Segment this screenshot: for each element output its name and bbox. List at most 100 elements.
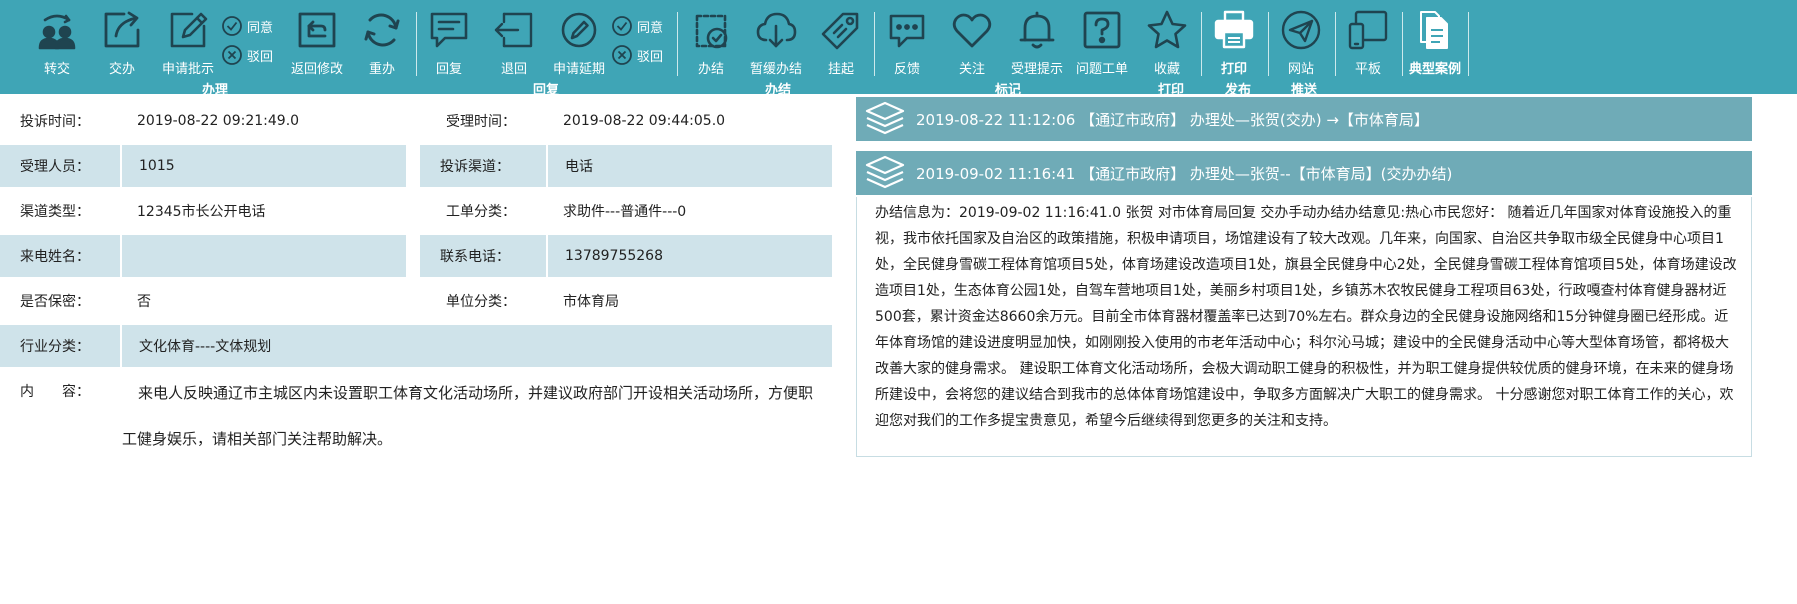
industry-value: 文化体育----文体规划 — [122, 325, 832, 367]
content-label: 内 容： — [20, 384, 90, 400]
check-circle-icon — [612, 16, 632, 36]
layers-stack-icon — [865, 101, 905, 135]
close-circle-icon — [222, 45, 242, 65]
favorite-label: 收藏 — [1153, 62, 1180, 77]
bell-icon — [1019, 11, 1055, 49]
follow-label: 关注 — [958, 62, 985, 77]
favorite-button[interactable]: 收藏 — [1131, 8, 1203, 80]
transfer-button[interactable]: 转交 — [21, 8, 93, 80]
caller-name-value — [122, 235, 406, 277]
print-button[interactable]: 打印 — [1198, 8, 1270, 80]
reply-button[interactable]: 回复 — [413, 8, 485, 80]
content-text: 来电人反映通辽市主城区内未设置职工体育文化活动场所，并建议政府部门开设相关活动场… — [122, 384, 814, 448]
order-category-label: 工单分类： — [446, 204, 516, 220]
finish-label: 办结 — [697, 62, 724, 77]
suspend-label: 挂起 — [827, 62, 854, 77]
approve-label: 同意 — [247, 20, 274, 36]
complaint-time-label: 投诉时间： — [20, 114, 90, 130]
channel-value: 电话 — [548, 145, 832, 187]
channel-type-label: 渠道类型： — [20, 204, 90, 220]
cloud-download-icon — [756, 12, 797, 48]
feedback-chat-icon — [889, 14, 925, 48]
heart-icon — [952, 13, 992, 48]
flow-detail-text: 办结信息为：2019-09-02 11:16:41.0 张贺 对市体育局回复 交… — [856, 197, 1752, 457]
approve-button-2[interactable]: 同意 — [611, 15, 663, 37]
problem-order-button[interactable]: 问题工单 — [1066, 8, 1138, 80]
edit-pencil-icon — [170, 12, 208, 48]
tablet-label: 平板 — [1354, 62, 1381, 77]
confidential-value: 否 — [137, 294, 151, 310]
extension-edit-icon — [561, 12, 597, 48]
reply-label: 回复 — [435, 62, 462, 77]
group-label-publish: 发布 — [1224, 83, 1252, 98]
paper-plane-icon — [1281, 10, 1321, 50]
group-label-finish: 办结 — [764, 83, 792, 98]
tablet-button[interactable]: 平板 — [1332, 8, 1404, 80]
flow-entry-header[interactable]: 2019-08-22 11:12:06 【通辽市政府】 办理处—张贺(交办) →… — [856, 97, 1752, 141]
group-label-reply: 回复 — [532, 83, 560, 98]
group-label-mark: 标记 — [994, 83, 1022, 98]
typical-case-label: 典型案例 — [1408, 62, 1461, 77]
accept-time-value: 2019-08-22 09:44:05.0 — [563, 113, 726, 129]
tag-icon — [821, 12, 859, 50]
layers-stack-icon — [865, 155, 905, 189]
reject-button[interactable]: 驳回 — [221, 44, 273, 66]
typical-case-button[interactable]: 典型案例 — [1399, 8, 1471, 80]
send-back-icon — [494, 12, 533, 48]
redo-button[interactable]: 重办 — [346, 8, 418, 80]
tablet-phone-icon — [1348, 10, 1388, 50]
extension-button[interactable]: 申请延期 — [543, 8, 615, 80]
channel-label: 投诉渠道： — [420, 145, 546, 187]
channel-type-value: 12345市长公开电话 — [137, 204, 266, 220]
flow-entry-header[interactable]: 2019-09-02 11:16:41 【通辽市政府】 办理处—张贺--【市体育… — [856, 151, 1752, 195]
flow-entry-text: 2019-08-22 11:12:06 【通辽市政府】 办理处—张贺(交办) →… — [916, 110, 1429, 129]
toolbar: 转交 交办 申请批示 同意 驳回 返回修改 重办 回复 退回 申请延期 同意 驳… — [0, 0, 1797, 98]
info-row: 来电姓名： 联系电话： 13789755268 — [0, 235, 832, 277]
request-instruction-button[interactable]: 申请批示 — [152, 8, 224, 80]
assign-label: 交办 — [108, 62, 135, 77]
caller-name-label: 来电姓名： — [0, 235, 120, 277]
send-back-button[interactable]: 退回 — [478, 8, 550, 80]
accept-reminder-label: 受理提示 — [1010, 62, 1063, 77]
website-button[interactable]: 网站 — [1265, 8, 1337, 80]
complaint-time-value: 2019-08-22 09:21:49.0 — [137, 113, 300, 129]
return-edit-icon — [298, 12, 336, 48]
send-back-label: 退回 — [500, 62, 527, 77]
problem-order-label: 问题工单 — [1075, 62, 1128, 77]
follow-button[interactable]: 关注 — [936, 8, 1008, 80]
clipboard-check-icon — [695, 14, 728, 49]
group-label-push: 推送 — [1290, 83, 1318, 98]
print-label: 打印 — [1220, 62, 1247, 77]
reject-button-2[interactable]: 驳回 — [611, 44, 663, 66]
handler-value: 1015 — [122, 145, 406, 187]
copy-documents-icon — [1420, 11, 1448, 49]
question-icon — [1083, 11, 1121, 49]
info-row: 投诉时间： 2019-08-22 09:21:49.0 受理时间： 2019-0… — [0, 100, 832, 142]
accept-reminder-button[interactable]: 受理提示 — [1001, 8, 1073, 80]
unit-category-value: 市体育局 — [563, 294, 619, 310]
return-edit-button[interactable]: 返回修改 — [281, 8, 353, 80]
check-circle-icon — [222, 16, 242, 36]
approve-button[interactable]: 同意 — [221, 15, 273, 37]
info-row: 渠道类型： 12345市长公开电话 工单分类： 求助件---普通件---0 — [0, 190, 832, 232]
reply-message-icon — [430, 12, 468, 48]
return-edit-label: 返回修改 — [290, 62, 343, 77]
finish-button[interactable]: 办结 — [675, 8, 747, 80]
info-row: 受理人员： 1015 投诉渠道： 电话 — [0, 145, 832, 187]
redo-label: 重办 — [368, 62, 395, 77]
handler-label: 受理人员： — [0, 145, 120, 187]
group-label-print: 打印 — [1157, 83, 1185, 98]
feedback-button[interactable]: 反馈 — [871, 8, 943, 80]
info-row: 是否保密： 否 单位分类： 市体育局 — [0, 280, 832, 322]
reject-label-2: 驳回 — [637, 49, 664, 65]
transfer-users-icon — [38, 14, 76, 50]
defer-finish-label: 暂缓办结 — [749, 62, 802, 77]
suspend-button[interactable]: 挂起 — [805, 8, 877, 80]
printer-icon — [1214, 10, 1254, 49]
defer-finish-button[interactable]: 暂缓办结 — [740, 8, 812, 80]
transfer-label: 转交 — [43, 62, 70, 77]
approve-label-2: 同意 — [637, 20, 664, 36]
industry-label: 行业分类： — [0, 325, 120, 367]
request-instruction-label: 申请批示 — [161, 62, 214, 77]
assign-button[interactable]: 交办 — [86, 8, 158, 80]
